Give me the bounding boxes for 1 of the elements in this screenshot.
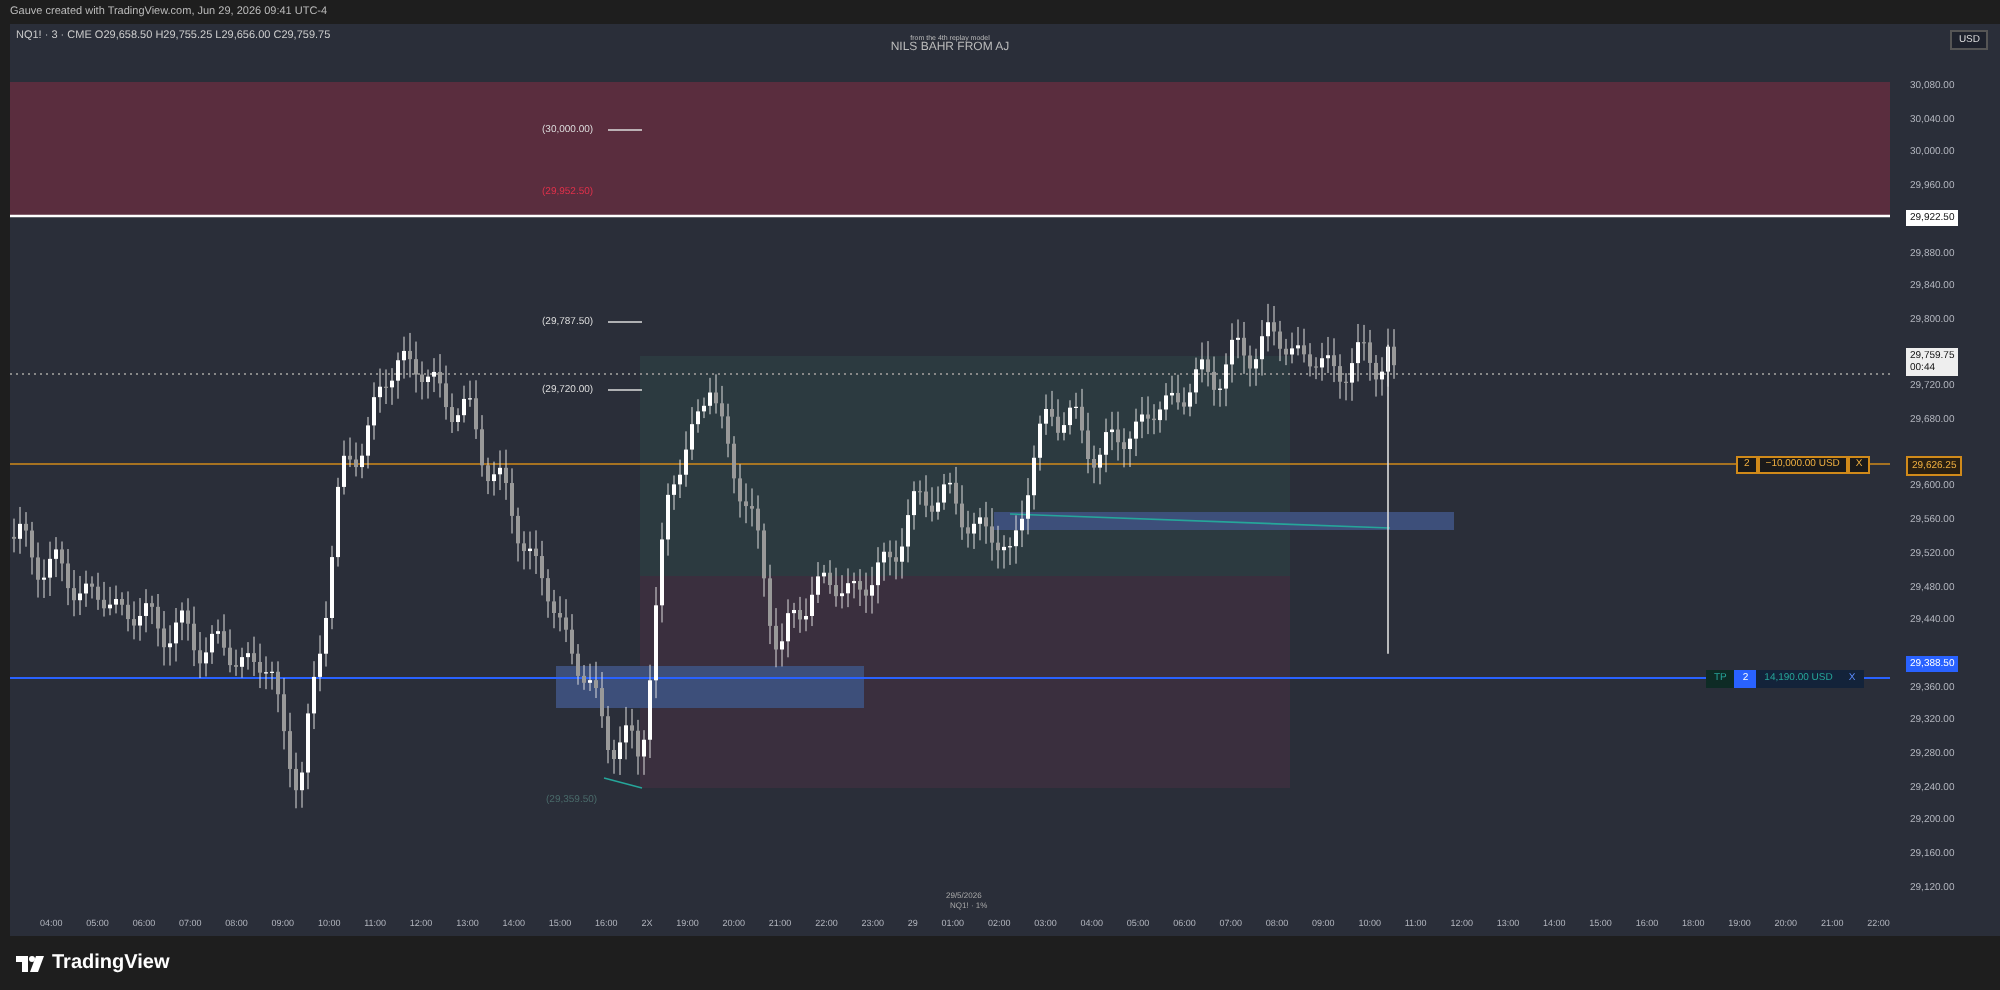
brand-name: TradingView (52, 950, 170, 978)
